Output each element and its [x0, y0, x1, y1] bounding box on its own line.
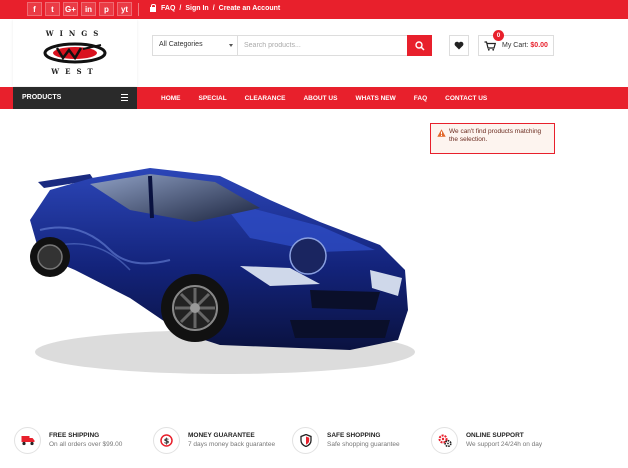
nav-item-about-us[interactable]: ABOUT US — [303, 95, 347, 102]
nav-item-clearance[interactable]: CLEARANCE — [245, 95, 296, 102]
account-links: FAQ / Sign In / Create an Account — [150, 4, 280, 12]
divider — [138, 3, 139, 16]
search-input[interactable] — [238, 36, 407, 55]
link-separator: / — [212, 4, 215, 12]
feature-title: SAFE SHOPPING — [327, 432, 381, 439]
hamburger-icon — [121, 94, 128, 101]
link-separator: / — [179, 4, 182, 12]
feature-icon-wrap: $ — [153, 426, 180, 454]
feature-subtitle: On all orders over $99.00 — [49, 441, 123, 448]
heart-icon — [454, 41, 464, 50]
sign-in-link[interactable]: Sign In — [185, 5, 208, 12]
google-plus-icon[interactable]: G+ — [63, 2, 78, 16]
feature-icon-wrap — [431, 426, 458, 454]
site-logo[interactable]: WINGS WEST — [13, 19, 137, 86]
feature-text: FREE SHIPPING On all orders over $99.00 — [49, 432, 122, 448]
create-account-link[interactable]: Create an Account — [219, 5, 281, 12]
feature-subtitle: We support 24/24h on day — [466, 441, 543, 448]
feature-text: MONEY GUARANTEE 7 days money back guaran… — [188, 432, 275, 448]
dollar-coin-icon: $ — [160, 433, 173, 447]
truck-icon — [21, 435, 34, 445]
category-select[interactable]: All Categories — [153, 36, 238, 55]
hero-car-image — [30, 168, 415, 374]
cart-count-badge: 0 — [493, 30, 504, 41]
feature-subtitle: Safe shopping guarantee — [327, 441, 400, 448]
logo-text-top: WINGS — [45, 29, 105, 38]
warning-icon — [437, 129, 446, 137]
logo-text-bottom: WEST — [51, 67, 99, 76]
feature-icon-wrap — [14, 426, 41, 454]
feature-subtitle: 7 days money back guarantee — [188, 441, 276, 448]
nav-item-special[interactable]: SPECIAL — [199, 95, 237, 102]
feature-safe-shopping: SAFE SHOPPING Safe shopping guarantee — [292, 425, 400, 455]
feature-icon-wrap — [292, 426, 319, 454]
linkedin-icon[interactable]: in — [81, 2, 96, 16]
top-bar: f t G+ in p yt FAQ / Sign In / Create an… — [0, 0, 628, 19]
faq-link[interactable]: FAQ — [161, 5, 175, 12]
feature-online-support: ONLINE SUPPORT We support 24/24h on day — [431, 425, 542, 455]
twitter-icon[interactable]: t — [45, 2, 60, 16]
search-button[interactable] — [407, 35, 432, 56]
nav-menu: HOME SPECIAL CLEARANCE ABOUT US WHATS NE… — [161, 87, 505, 109]
chevron-down-icon — [229, 44, 233, 47]
products-label: PRODUCTS — [22, 94, 62, 101]
nav-item-faq[interactable]: FAQ — [414, 95, 437, 102]
search-icon — [414, 40, 425, 51]
facebook-icon[interactable]: f — [27, 2, 42, 16]
youtube-icon[interactable]: yt — [117, 2, 132, 16]
feature-title: FREE SHIPPING — [49, 432, 100, 439]
svg-text:$: $ — [164, 436, 170, 445]
nav-item-home[interactable]: HOME — [161, 95, 191, 102]
social-links: f t G+ in p yt — [27, 2, 132, 16]
pinterest-icon[interactable]: p — [99, 2, 114, 16]
search-bar: All Categories — [152, 35, 432, 56]
cart-amount: $0.00 — [530, 42, 548, 49]
feature-title: MONEY GUARANTEE — [188, 432, 255, 439]
cart-button[interactable]: My Cart: $0.00 — [478, 35, 554, 56]
nav-item-whats-new[interactable]: WHATS NEW — [355, 95, 405, 102]
nav-item-contact-us[interactable]: CONTACT US — [445, 95, 497, 102]
logo-swoosh-icon — [43, 42, 107, 64]
gears-icon — [438, 434, 452, 447]
lock-icon — [150, 4, 157, 12]
feature-free-shipping: FREE SHIPPING On all orders over $99.00 — [14, 425, 122, 455]
wishlist-button[interactable] — [449, 35, 469, 56]
shield-icon — [299, 433, 312, 447]
feature-text: SAFE SHOPPING Safe shopping guarantee — [327, 432, 400, 448]
feature-money-guarantee: $ MONEY GUARANTEE 7 days money back guar… — [153, 425, 275, 455]
no-products-alert: We can't find products matching the sele… — [430, 123, 555, 154]
category-select-value: All Categories — [159, 41, 203, 48]
feature-text: ONLINE SUPPORT We support 24/24h on day — [466, 432, 542, 448]
cart-label: My Cart: — [502, 42, 529, 49]
cart-icon — [484, 40, 496, 51]
feature-title: ONLINE SUPPORT — [466, 432, 524, 439]
alert-message: We can't find products matching the sele… — [449, 128, 542, 143]
cart-summary: My Cart: $0.00 — [502, 42, 548, 49]
products-menu-button[interactable]: PRODUCTS — [13, 87, 137, 109]
